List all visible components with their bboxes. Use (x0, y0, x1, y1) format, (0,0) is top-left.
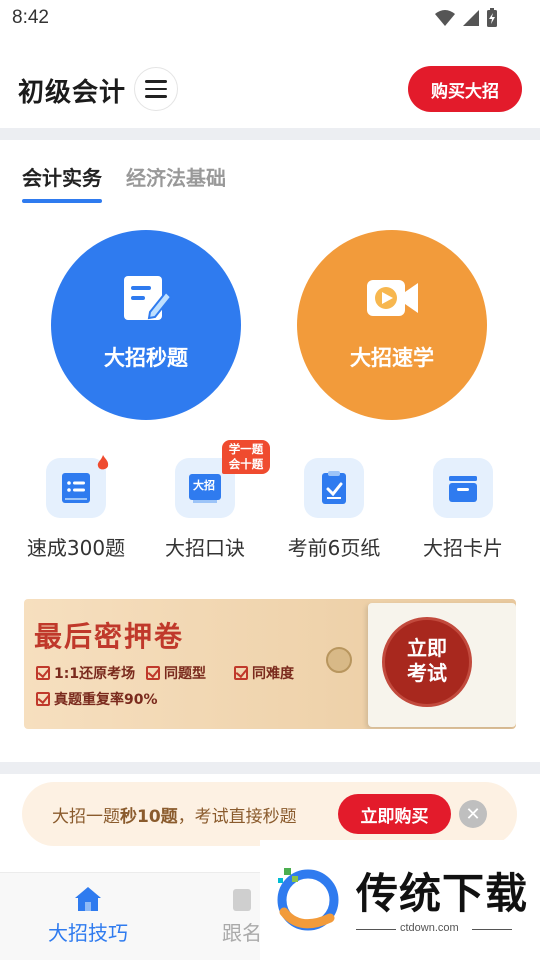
feature-quick-learn[interactable]: 大招速学 (297, 230, 487, 420)
watermark: 传统下载 ctdown.com (260, 840, 540, 960)
buy-button[interactable]: 购买大招 (408, 66, 522, 112)
nav-item-label: 跟名 (222, 921, 262, 945)
menu-icon (145, 80, 167, 83)
checkbox-icon (36, 666, 50, 680)
start-exam-seal[interactable]: 立即 考试 (382, 617, 472, 707)
page-title: 初级会计 (18, 78, 127, 108)
banner-feature: 同题型 (146, 663, 206, 683)
quick-item-300-questions[interactable]: 速成300题 (16, 455, 136, 561)
promo-text: 大招一题秒10题，考试直接秒题 (52, 806, 297, 827)
wifi-icon (435, 10, 455, 26)
fire-icon (97, 455, 109, 470)
close-icon[interactable]: ✕ (459, 800, 487, 828)
nav-item-second[interactable]: 跟名 (222, 885, 262, 946)
banner-feature: 真题重复率90% (36, 689, 158, 709)
card-box-icon (449, 476, 477, 502)
quick-item-6-pages[interactable]: 考前6页纸 (274, 458, 394, 561)
feature-quick-solve[interactable]: 大招秒题 (51, 230, 241, 420)
clipboard-check-icon (322, 471, 346, 504)
feature-quick-solve-label: 大招秒题 (104, 346, 188, 370)
checkbox-icon (146, 666, 160, 680)
banner-feature: 同难度 (234, 663, 294, 683)
status-bar: 8:42 (0, 0, 540, 38)
home-icon (75, 887, 101, 911)
promo-buy-button[interactable]: 立即购买 (338, 794, 451, 834)
subject-tabs: 会计实务 经济法基础 (22, 162, 226, 203)
battery-icon (487, 8, 497, 27)
mock-exam-banner[interactable]: 最后密押卷 1:1还原考场 同题型 同难度 真题重复率90% 立即 考试 (24, 599, 516, 729)
feature-quick-learn-label: 大招速学 (350, 346, 434, 370)
video-camera-icon (364, 272, 420, 328)
promo-bar: 大招一题秒10题，考试直接秒题 立即购买 ✕ (22, 782, 517, 846)
banner-title: 最后密押卷 (34, 620, 185, 653)
quick-item-label: 大招口诀 (165, 536, 245, 560)
quick-item-label: 大招卡片 (423, 536, 503, 560)
app-header: 初级会计 购买大招 (0, 60, 540, 120)
app-screen: 8:42 初级会计 购买大招 会计实务 经济法基础 大招秒题 大招速学 速成30… (0, 0, 540, 960)
quick-item-cards[interactable]: 大招卡片 (403, 458, 523, 561)
watermark-sub: ctdown.com (400, 922, 459, 934)
learn-badge: 学一题 会十题 (222, 440, 270, 474)
divider (0, 128, 540, 140)
status-icons (434, 8, 498, 28)
nav-item-tips[interactable]: 大招技巧 (48, 885, 128, 946)
quick-item-label: 考前6页纸 (287, 536, 381, 560)
nav-icon (233, 889, 251, 911)
formula-book-icon-text: 大招 (193, 479, 215, 492)
watermark-logo-icon (277, 868, 339, 931)
edit-document-icon (120, 272, 173, 328)
tab-accounting-practice[interactable]: 会计实务 (22, 162, 102, 203)
signal-icon (463, 10, 479, 26)
checkbox-icon (36, 692, 50, 706)
menu-button[interactable] (134, 67, 178, 111)
book-list-icon (62, 473, 90, 503)
watermark-text: 传统下载 (356, 869, 529, 918)
tag-hole-icon (326, 647, 352, 673)
status-time: 8:42 (12, 7, 49, 28)
tab-economic-law[interactable]: 经济法基础 (126, 162, 226, 203)
nav-item-label: 大招技巧 (48, 921, 128, 945)
banner-feature: 1:1还原考场 (36, 663, 135, 683)
checkbox-icon (234, 666, 248, 680)
divider (0, 762, 540, 774)
quick-item-label: 速成300题 (26, 536, 126, 560)
